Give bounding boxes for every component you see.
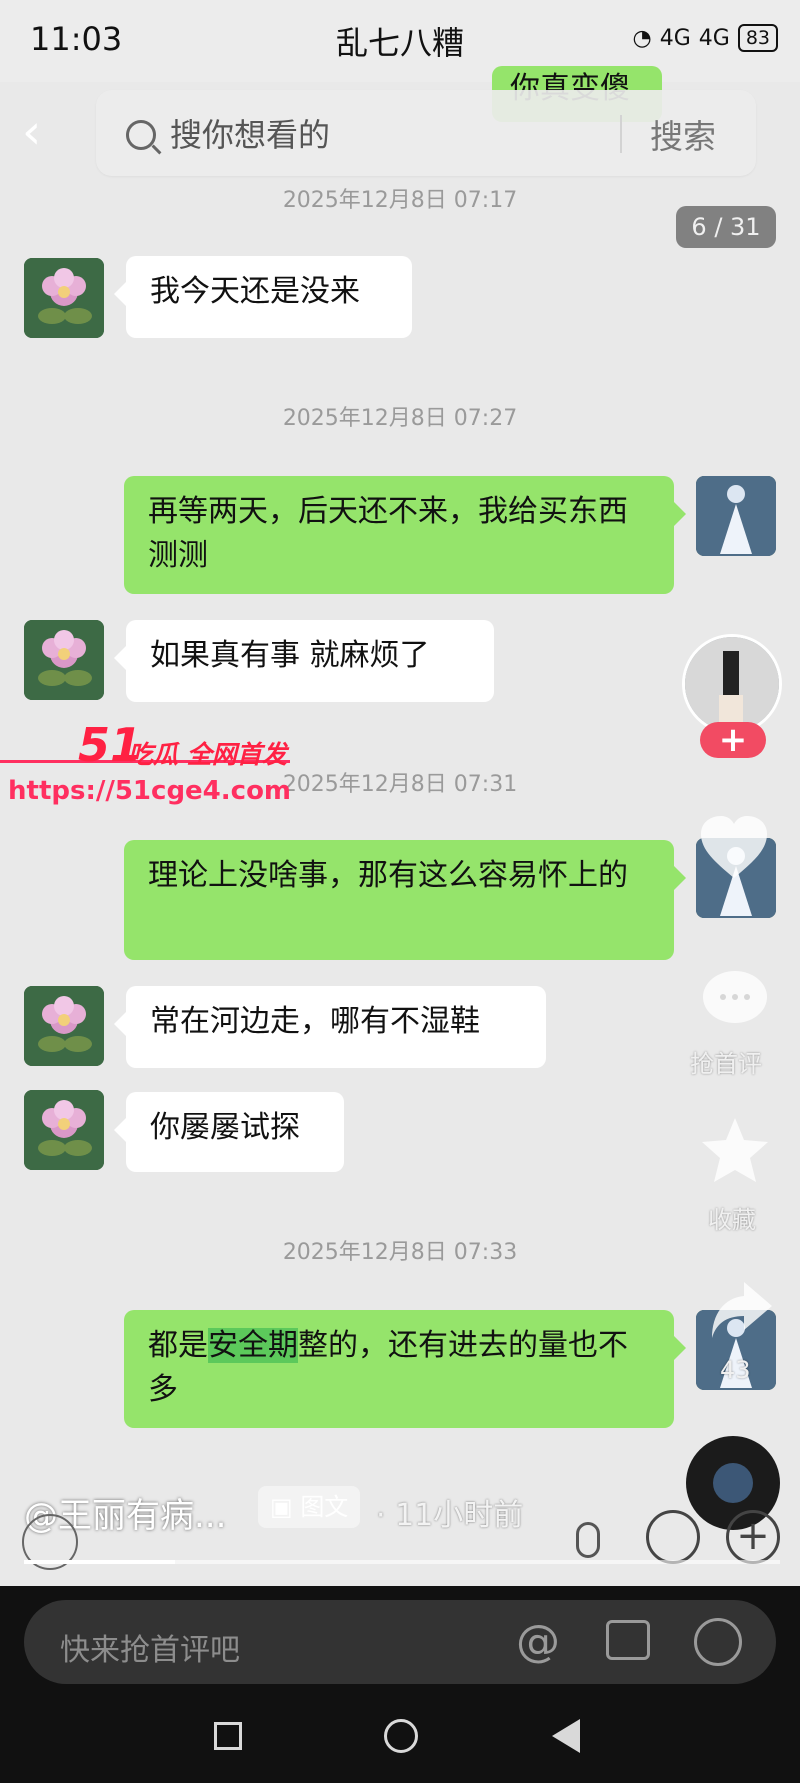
avatar-left (24, 258, 104, 338)
watermark-url: https://51cge4.com (8, 776, 292, 806)
author-avatar[interactable] (682, 634, 782, 734)
message-right: 都是安全期整的，还有进去的量也不多 (124, 1310, 686, 1428)
back-icon[interactable]: ‹ (22, 104, 70, 160)
image-text-icon: ▣ (270, 1493, 301, 1521)
author-photo-icon (685, 637, 779, 731)
nav-recent-icon[interactable] (214, 1722, 242, 1750)
comment-placeholder[interactable]: 快来抢首评吧 (60, 1625, 240, 1669)
figure-avatar-icon (696, 476, 776, 556)
avatar-right (696, 476, 776, 556)
nav-back-icon[interactable] (552, 1719, 580, 1753)
signal-4g-1: 4G (659, 25, 691, 51)
share-count: 43 (720, 1356, 751, 1384)
highlighted-text: 安全期 (208, 1328, 298, 1363)
signal-4g-2: 4G (698, 25, 730, 51)
search-divider (620, 115, 622, 153)
timestamp: 2025年12月8日 07:33 (282, 1240, 518, 1265)
share-icon[interactable] (708, 1276, 776, 1344)
at-icon[interactable]: @ (516, 1620, 560, 1664)
nav-home-icon[interactable] (384, 1719, 418, 1753)
search-input[interactable]: 搜你想看的 (170, 110, 330, 156)
smile-icon[interactable] (694, 1618, 742, 1666)
avatar-left (24, 986, 104, 1066)
flower-icon (24, 258, 104, 338)
wifi-icon: ◔ (632, 25, 652, 51)
flower-icon (24, 620, 104, 700)
timestamp: 2025年12月8日 07:27 (282, 406, 518, 431)
message-left: 常在河边走，哪有不湿鞋 (114, 986, 546, 1068)
star-icon[interactable] (700, 1114, 770, 1184)
flower-icon (24, 986, 104, 1066)
post-time: · 11小时前 (376, 1498, 524, 1533)
plus-icon[interactable]: + (726, 1510, 780, 1564)
emoji-icon[interactable] (646, 1510, 700, 1564)
comment-label[interactable]: 抢首评 (690, 1044, 762, 1079)
status-icons: ◔ 4G 4G 83 (633, 24, 778, 52)
search-icon (126, 120, 156, 150)
message-right: 理论上没啥事，那有这么容易怀上的 (124, 840, 686, 960)
image-icon[interactable] (606, 1620, 650, 1660)
message-left: 你屡屡试探 (114, 1092, 344, 1172)
progress-fill (24, 1560, 176, 1564)
watermark-tag: 吃瓜 全网首发 (128, 740, 287, 769)
comment-icon[interactable] (700, 965, 770, 1035)
message-left: 我今天还是没来 (114, 256, 412, 338)
favorite-label[interactable]: 收藏 (708, 1200, 756, 1235)
battery-indicator: 83 (737, 24, 778, 52)
avatar-left (24, 1090, 104, 1170)
timestamp: 2025年12月8日 07:17 (282, 188, 518, 213)
avatar-left (24, 620, 104, 700)
search-button[interactable]: 搜索 (650, 110, 716, 158)
flower-icon (24, 1090, 104, 1170)
heart-icon[interactable] (697, 812, 771, 886)
message-left: 如果真有事 就麻烦了 (114, 620, 494, 702)
post-type-badge: ▣ 图文 (258, 1486, 361, 1528)
message-right: 再等两天，后天还不来，我给买东西测测 (124, 476, 686, 594)
follow-button[interactable]: + (700, 722, 766, 758)
mic-icon[interactable] (576, 1522, 600, 1558)
